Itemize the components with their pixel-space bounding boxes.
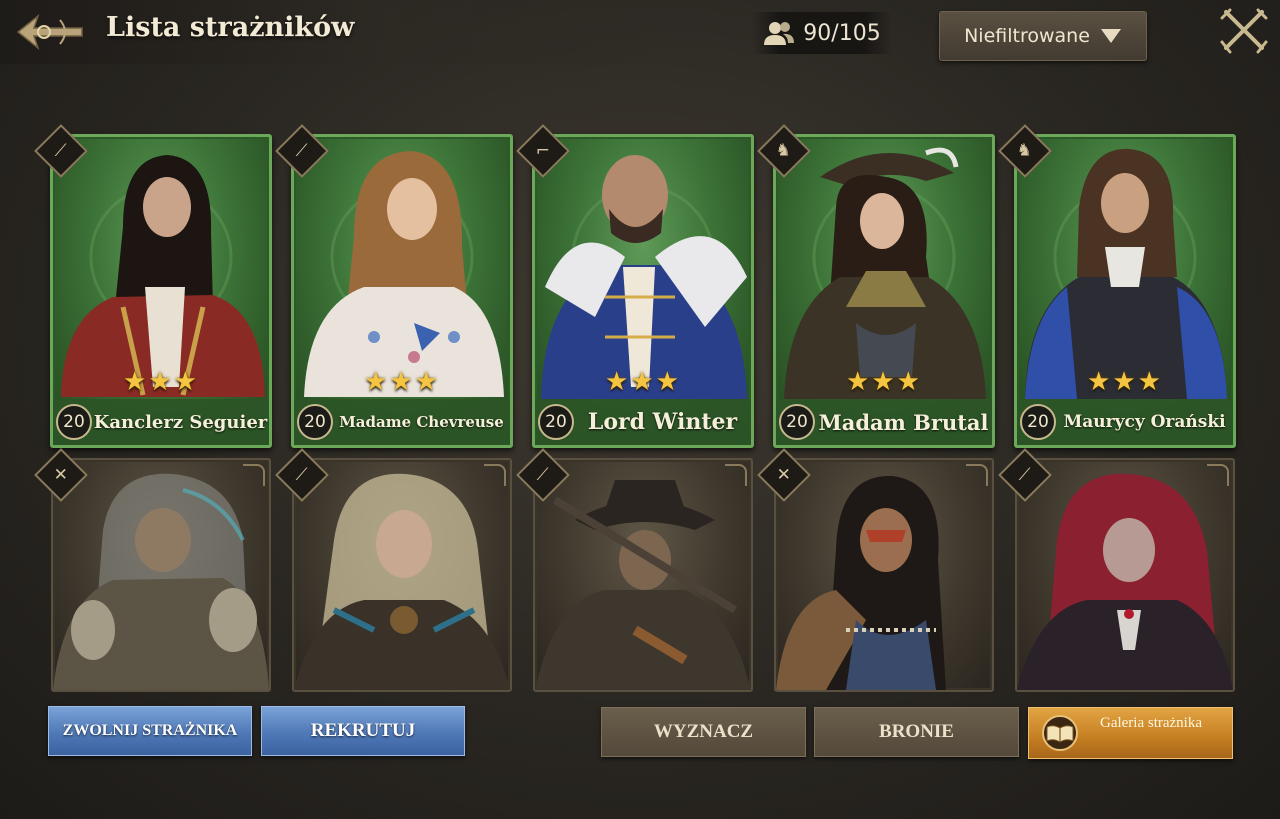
level-badge: 20 bbox=[1020, 404, 1056, 440]
star-rating: ★★★ bbox=[1087, 367, 1163, 397]
locked-guardian-card[interactable] bbox=[1015, 458, 1235, 692]
guardian-counter: 90/105 bbox=[752, 12, 892, 54]
guardian-card-kanclerz-seguier[interactable]: ★★★ 20 Kanclerz Seguier bbox=[50, 134, 272, 448]
level-badge: 20 bbox=[56, 404, 92, 440]
card-corner-ornament bbox=[243, 464, 265, 486]
name-bar: 20 Lord Winter bbox=[535, 399, 751, 445]
hero-portrait bbox=[1017, 473, 1233, 690]
star-rating: ★★★ bbox=[123, 367, 199, 397]
locked-guardian-card[interactable] bbox=[533, 458, 753, 692]
card-corner-ornament bbox=[725, 464, 747, 486]
name-bar: 20 Kanclerz Seguier bbox=[53, 399, 269, 445]
name-bar: 20 Madame Chevreuse bbox=[294, 399, 510, 445]
name-bar: 20 Maurycy Orański bbox=[1017, 399, 1233, 445]
filter-dropdown[interactable]: Niefiltrowane bbox=[939, 11, 1147, 61]
back-arrow-icon[interactable] bbox=[10, 6, 90, 58]
hero-name: Madam Brutal bbox=[818, 409, 989, 435]
hero-name: Lord Winter bbox=[587, 409, 738, 435]
guardian-card-madam-brutal[interactable]: ★★★ 20 Madam Brutal bbox=[773, 134, 995, 448]
hero-portrait bbox=[535, 480, 751, 690]
card-corner-ornament bbox=[966, 464, 988, 486]
chevron-down-icon bbox=[1100, 29, 1121, 43]
gallery-label: Galeria strażnika bbox=[1099, 715, 1203, 731]
guardian-card-maurycy-oranski[interactable]: ★★★ 20 Maurycy Orański bbox=[1014, 134, 1236, 448]
top-bar: Lista strażników 90/105 Niefiltrowane bbox=[0, 0, 1280, 64]
hero-portrait bbox=[776, 475, 946, 690]
card-corner-ornament bbox=[484, 464, 506, 486]
hero-name: Madame Chevreuse bbox=[339, 413, 504, 431]
assign-button[interactable]: WYZNACZ bbox=[601, 707, 806, 757]
counter-value: 90/105 bbox=[803, 20, 881, 46]
open-book-icon bbox=[1042, 715, 1078, 751]
hero-portrait bbox=[294, 473, 510, 690]
hero-name: Maurycy Orański bbox=[1063, 412, 1226, 432]
weapons-button[interactable]: BRONIE bbox=[814, 707, 1019, 757]
name-bar: 20 Madam Brutal bbox=[776, 399, 992, 445]
star-rating: ★★★ bbox=[364, 367, 440, 397]
dismiss-guardian-button[interactable]: ZWOLNIJ STRAŻNIKA bbox=[48, 706, 252, 756]
filter-label: Niefiltrowane bbox=[964, 25, 1090, 47]
star-rating: ★★★ bbox=[605, 367, 681, 397]
star-rating: ★★★ bbox=[846, 367, 922, 397]
guardian-card-lord-winter[interactable]: ★★★ 20 Lord Winter bbox=[532, 134, 754, 448]
users-icon bbox=[764, 22, 795, 45]
close-icon[interactable] bbox=[1220, 8, 1268, 54]
guardian-gallery-button[interactable]: Galeria strażnika bbox=[1028, 707, 1233, 759]
locked-guardian-card[interactable] bbox=[51, 458, 271, 692]
locked-guardian-card[interactable] bbox=[292, 458, 512, 692]
hero-name: Kanclerz Seguier bbox=[93, 411, 268, 433]
guardian-card-madame-chevreuse[interactable]: ★★★ 20 Madame Chevreuse bbox=[291, 134, 513, 448]
level-badge: 20 bbox=[779, 404, 815, 440]
level-badge: 20 bbox=[297, 404, 333, 440]
page-title: Lista strażników bbox=[106, 12, 355, 43]
recruit-button[interactable]: REKRUTUJ bbox=[261, 706, 465, 756]
level-badge: 20 bbox=[538, 404, 574, 440]
card-corner-ornament bbox=[1207, 464, 1229, 486]
hero-portrait bbox=[53, 473, 269, 690]
locked-guardian-card[interactable] bbox=[774, 458, 994, 692]
